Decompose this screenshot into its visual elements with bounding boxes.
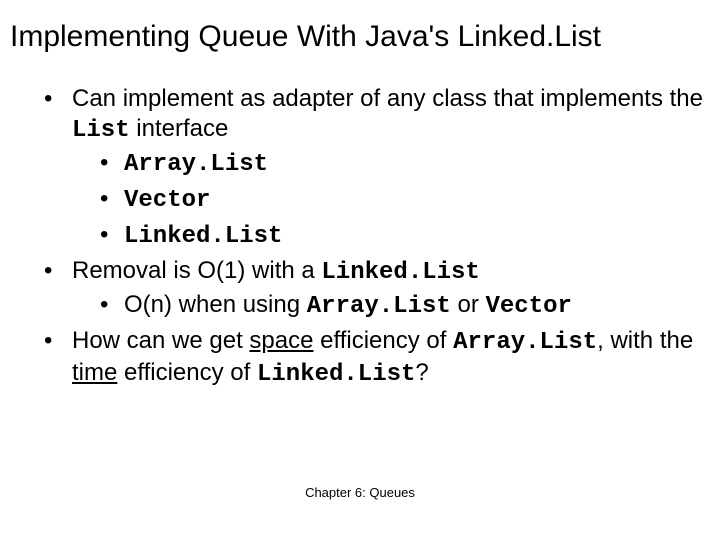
sub-list: O(n) when using Array.List or Vector (72, 290, 710, 322)
code-arraylist: Array.List (307, 293, 451, 320)
sub-list: Array.List Vector Linked.List (72, 148, 710, 252)
text: interface (130, 115, 229, 142)
bullet-vector: Vector (100, 184, 710, 216)
text: O(n) when using (124, 291, 307, 318)
code-linkedlist: Linked.List (124, 223, 282, 250)
text: efficiency of (117, 359, 257, 386)
code-vector: Vector (485, 293, 571, 320)
text: How can we get (72, 327, 249, 354)
text: , with the (597, 327, 693, 354)
bullet-arraylist: Array.List (100, 148, 710, 180)
bullet-question: How can we get space efficiency of Array… (44, 326, 710, 390)
text: ? (415, 359, 428, 386)
bullet-linkedlist: Linked.List (100, 220, 710, 252)
underline-space: space (249, 327, 313, 354)
code-arraylist: Array.List (453, 329, 597, 356)
slide-title: Implementing Queue With Java's Linked.Li… (10, 20, 710, 54)
text: Can implement as adapter of any class th… (72, 85, 703, 112)
text: or (451, 291, 486, 318)
text: Removal is O(1) with a (72, 257, 321, 284)
code-linkedlist: Linked.List (257, 361, 415, 388)
code-vector: Vector (124, 187, 210, 214)
text: efficiency of (313, 327, 453, 354)
footer-chapter: Chapter 6: Queues (0, 485, 720, 500)
bullet-list: Can implement as adapter of any class th… (10, 84, 710, 390)
underline-time: time (72, 359, 117, 386)
bullet-adapter: Can implement as adapter of any class th… (44, 84, 710, 252)
code-list: List (72, 117, 130, 144)
bullet-on: O(n) when using Array.List or Vector (100, 290, 710, 322)
code-arraylist: Array.List (124, 151, 268, 178)
bullet-removal: Removal is O(1) with a Linked.List O(n) … (44, 256, 710, 322)
code-linkedlist: Linked.List (321, 259, 479, 286)
slide: Implementing Queue With Java's Linked.Li… (0, 0, 720, 540)
